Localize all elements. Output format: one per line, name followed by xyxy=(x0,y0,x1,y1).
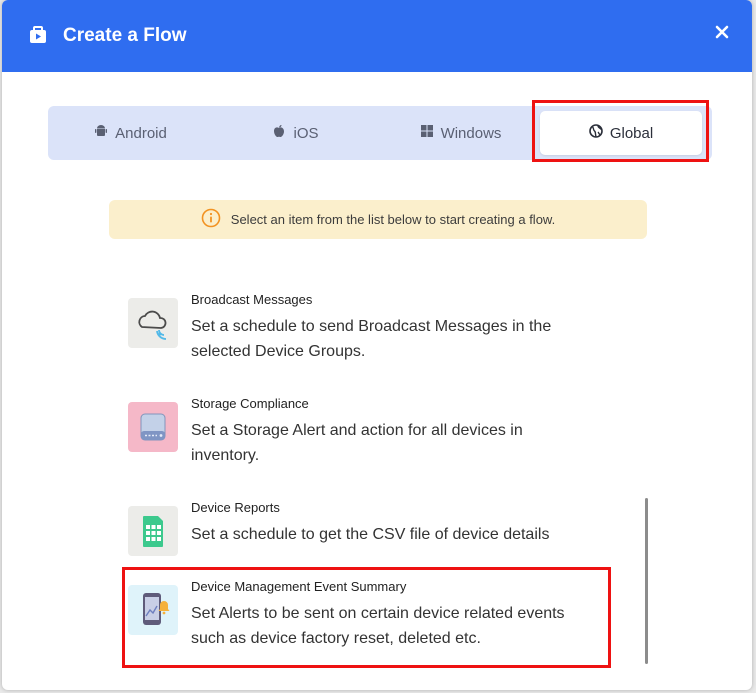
dialog-header: Create a Flow xyxy=(2,0,752,72)
storage-drive-icon xyxy=(128,402,178,452)
tab-windows-label: Windows xyxy=(440,124,502,142)
flow-description: Set Alerts to be sent on certain device … xyxy=(191,605,565,647)
tab-global[interactable]: Global xyxy=(540,111,702,155)
platform-tabs: Android iOS Windows Global xyxy=(48,106,712,160)
cloud-broadcast-icon xyxy=(128,298,178,348)
globe-icon xyxy=(589,124,603,142)
close-icon[interactable] xyxy=(712,22,732,42)
info-banner: Select an item from the list below to st… xyxy=(109,200,647,239)
windows-icon xyxy=(420,124,434,142)
flow-description: Set a Storage Alert and action for all d… xyxy=(191,422,523,464)
list-scrollbar[interactable] xyxy=(645,498,648,664)
android-icon xyxy=(94,124,108,142)
info-icon xyxy=(201,208,221,231)
flow-item-device-management-event-summary[interactable]: Device Management Event Summary Set Aler… xyxy=(128,579,598,659)
tab-windows[interactable]: Windows xyxy=(378,106,543,160)
flow-item-device-reports[interactable]: Device Reports Set a schedule to get the… xyxy=(128,500,598,556)
flow-title: Broadcast Messages xyxy=(191,292,313,307)
tab-android-label: Android xyxy=(115,124,167,142)
info-text: Select an item from the list below to st… xyxy=(230,212,556,227)
apple-icon xyxy=(272,124,286,142)
flow-title: Device Reports xyxy=(191,500,280,515)
flow-logo-icon xyxy=(27,24,49,46)
tab-global-label: Global xyxy=(609,124,654,142)
tab-android[interactable]: Android xyxy=(48,106,213,160)
flow-description: Set a schedule to send Broadcast Message… xyxy=(191,318,552,360)
flow-title: Device Management Event Summary xyxy=(191,579,407,594)
tab-ios-label: iOS xyxy=(293,124,319,142)
flow-item-broadcast-messages[interactable]: Broadcast Messages Set a schedule to sen… xyxy=(128,292,598,372)
tab-ios[interactable]: iOS xyxy=(213,106,378,160)
csv-report-icon xyxy=(128,506,178,556)
create-flow-dialog: Create a Flow Android iOS Windows Global… xyxy=(2,0,752,690)
flow-item-storage-compliance[interactable]: Storage Compliance Set a Storage Alert a… xyxy=(128,396,598,476)
dialog-title: Create a Flow xyxy=(63,25,187,46)
device-alert-icon xyxy=(128,585,178,635)
flow-description: Set a schedule to get the CSV file of de… xyxy=(191,526,550,543)
flow-title: Storage Compliance xyxy=(191,396,309,411)
